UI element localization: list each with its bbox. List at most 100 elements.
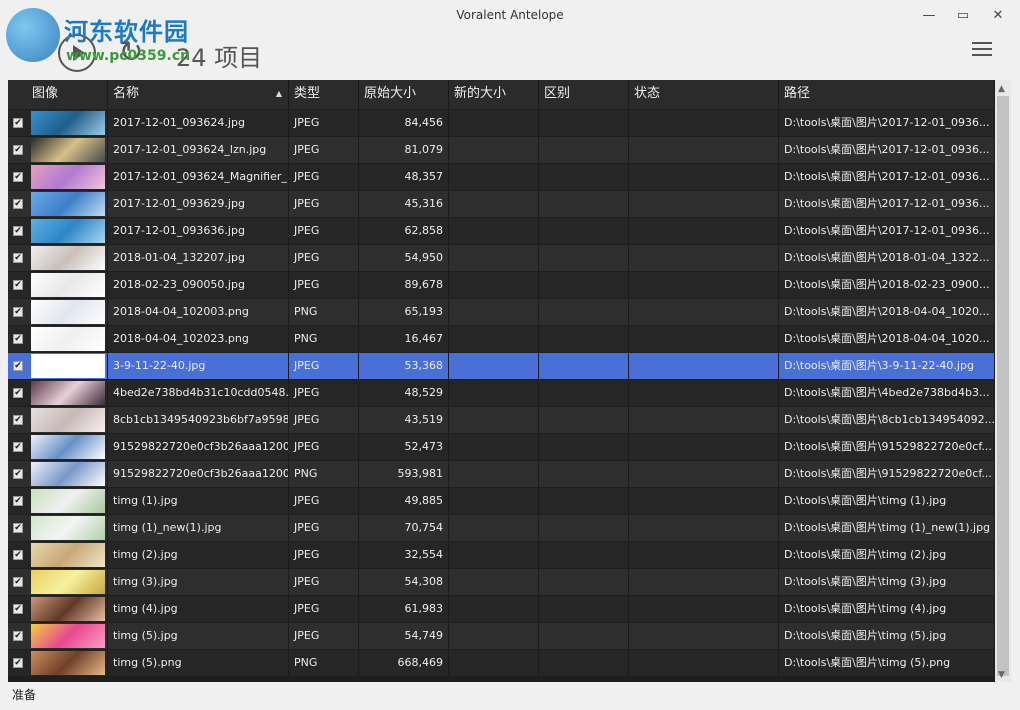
table-row[interactable]: ✔ timg (4).jpg JPEG 61,983 D:\tools\桌面\图片\ti… — [8, 596, 995, 622]
row-checkbox[interactable]: ✔ — [13, 118, 23, 128]
thumbnail-image — [31, 354, 105, 378]
row-checkbox[interactable]: ✔ — [13, 604, 23, 614]
vertical-scrollbar[interactable]: ▲ ▼ — [995, 80, 1011, 682]
file-type-cell: JPEG — [289, 569, 359, 595]
row-checkbox[interactable]: ✔ — [13, 172, 23, 182]
path-cell: D:\tools\桌面\图片\timg (1).jpg — [779, 488, 995, 514]
difference-cell — [539, 191, 629, 217]
status-cell — [629, 380, 779, 406]
image-cell: ✔ — [8, 407, 108, 433]
table-row[interactable]: ✔ 4bed2e738bd4b31c10cdd0548... JPEG 48,529 D… — [8, 380, 995, 406]
image-cell: ✔ — [8, 299, 108, 325]
row-checkbox[interactable]: ✔ — [13, 307, 23, 317]
row-checkbox[interactable]: ✔ — [13, 523, 23, 533]
difference-cell — [539, 407, 629, 433]
column-header-name[interactable]: 名称 ▲ — [108, 80, 289, 109]
table-row[interactable]: ✔ timg (3).jpg JPEG 54,308 D:\tools\桌面\图片\ti… — [8, 569, 995, 595]
path-cell: D:\tools\桌面\图片\3-9-11-22-40.jpg — [779, 353, 995, 379]
table-row[interactable]: ✔ 2017-12-01_093624_Magnifier_... JPEG 48,3… — [8, 164, 995, 190]
table-row[interactable]: ✔ 2018-01-04_132207.jpg JPEG 54,950 D:\tools… — [8, 245, 995, 271]
thumbnail-image — [31, 246, 105, 270]
difference-cell — [539, 326, 629, 352]
column-header-difference[interactable]: 区别 — [539, 80, 629, 109]
original-size-cell: 81,079 — [359, 137, 449, 163]
table-row[interactable]: ✔ 2017-12-01_093636.jpg JPEG 62,858 D:\tools… — [8, 218, 995, 244]
table-row[interactable]: ✔ timg (1).jpg JPEG 49,885 D:\tools\桌面\图片\ti… — [8, 488, 995, 514]
row-checkbox[interactable]: ✔ — [13, 550, 23, 560]
file-name-cell: 2017-12-01_093624.jpg — [108, 110, 289, 136]
row-checkbox[interactable]: ✔ — [13, 658, 23, 668]
thumbnail-image — [31, 516, 105, 540]
original-size-cell: 84,456 — [359, 110, 449, 136]
difference-cell — [539, 245, 629, 271]
table-row[interactable]: ✔ 91529822720e0cf3b26aaa1200... JPEG 52,473… — [8, 434, 995, 460]
hamburger-menu-icon[interactable] — [972, 42, 992, 56]
path-cell: D:\tools\桌面\图片\2018-04-04_1020... — [779, 299, 995, 325]
file-type-cell: JPEG — [289, 191, 359, 217]
row-checkbox[interactable]: ✔ — [13, 145, 23, 155]
scroll-down-icon[interactable]: ▼ — [998, 670, 1005, 680]
file-name-cell: 91529822720e0cf3b26aaa1200... — [108, 461, 289, 487]
row-checkbox[interactable]: ✔ — [13, 631, 23, 641]
file-type-cell: JPEG — [289, 623, 359, 649]
row-checkbox[interactable]: ✔ — [13, 361, 23, 371]
row-checkbox[interactable]: ✔ — [13, 577, 23, 587]
row-checkbox[interactable]: ✔ — [13, 469, 23, 479]
file-name-cell: timg (5).jpg — [108, 623, 289, 649]
table-row[interactable]: ✔ 2017-12-01_093624.jpg JPEG 84,456 D:\tools… — [8, 110, 995, 136]
table-row[interactable]: ✔ 2017-12-01_093624_lzn.jpg JPEG 81,079 D:\t… — [8, 137, 995, 163]
table-row[interactable]: ✔ 2018-04-04_102003.png PNG 65,193 D:\tools\… — [8, 299, 995, 325]
image-cell: ✔ — [8, 569, 108, 595]
image-cell: ✔ — [8, 434, 108, 460]
table-row[interactable]: ✔ 2018-02-23_090050.jpg JPEG 89,678 D:\tools… — [8, 272, 995, 298]
row-checkbox[interactable]: ✔ — [13, 226, 23, 236]
new-size-cell — [449, 218, 539, 244]
difference-cell — [539, 299, 629, 325]
column-header-status[interactable]: 状态 — [629, 80, 779, 109]
table-row[interactable]: ✔ 3-9-11-22-40.jpg JPEG 53,368 D:\tools\桌面\图… — [8, 353, 995, 379]
image-cell: ✔ — [8, 137, 108, 163]
file-name-cell: 2018-02-23_090050.jpg — [108, 272, 289, 298]
row-checkbox[interactable]: ✔ — [13, 199, 23, 209]
column-header-type[interactable]: 类型 — [289, 80, 359, 109]
maximize-button[interactable]: ▭ — [950, 6, 976, 26]
row-checkbox[interactable]: ✔ — [13, 415, 23, 425]
thumbnail-image — [31, 543, 105, 567]
row-checkbox[interactable]: ✔ — [13, 280, 23, 290]
column-header-path[interactable]: 路径 — [779, 80, 995, 109]
table-row[interactable]: ✔ 2018-04-04_102023.png PNG 16,467 D:\tools\… — [8, 326, 995, 352]
table-row[interactable]: ✔ timg (2).jpg JPEG 32,554 D:\tools\桌面\图片\ti… — [8, 542, 995, 568]
difference-cell — [539, 434, 629, 460]
row-checkbox[interactable]: ✔ — [13, 253, 23, 263]
table-row[interactable]: ✔ timg (5).png PNG 668,469 D:\tools\桌面\图片\ti… — [8, 650, 995, 676]
image-cell: ✔ — [8, 353, 108, 379]
original-size-cell: 16,467 — [359, 326, 449, 352]
watermark-url: www.pc0359.cn — [66, 48, 191, 64]
column-header-new-size[interactable]: 新的大小 — [449, 80, 539, 109]
row-checkbox[interactable]: ✔ — [13, 334, 23, 344]
close-button[interactable]: ✕ — [985, 6, 1011, 26]
scroll-up-icon[interactable]: ▲ — [998, 84, 1005, 94]
column-header-original-size[interactable]: 原始大小 — [359, 80, 449, 109]
row-checkbox[interactable]: ✔ — [13, 388, 23, 398]
table-row[interactable]: ✔ 2017-12-01_093629.jpg JPEG 45,316 D:\tools… — [8, 191, 995, 217]
new-size-cell — [449, 569, 539, 595]
thumbnail-image — [31, 435, 105, 459]
file-type-cell: PNG — [289, 650, 359, 676]
column-header-image[interactable]: 图像 — [8, 80, 108, 109]
scrollbar-thumb[interactable] — [997, 96, 1009, 676]
original-size-cell: 54,308 — [359, 569, 449, 595]
thumbnail-image — [31, 138, 105, 162]
table-row[interactable]: ✔ timg (1)_new(1).jpg JPEG 70,754 D:\tools\桌… — [8, 515, 995, 541]
file-name-cell: timg (3).jpg — [108, 569, 289, 595]
file-name-cell: timg (5).png — [108, 650, 289, 676]
thumbnail-image — [31, 651, 105, 675]
row-checkbox[interactable]: ✔ — [13, 442, 23, 452]
file-type-cell: JPEG — [289, 272, 359, 298]
image-cell: ✔ — [8, 164, 108, 190]
minimize-button[interactable]: — — [916, 6, 942, 26]
row-checkbox[interactable]: ✔ — [13, 496, 23, 506]
table-row[interactable]: ✔ 91529822720e0cf3b26aaa1200... PNG 593,981… — [8, 461, 995, 487]
table-row[interactable]: ✔ timg (5).jpg JPEG 54,749 D:\tools\桌面\图片\ti… — [8, 623, 995, 649]
table-row[interactable]: ✔ 8cb1cb1349540923b6bf7a9598... JPEG 43,519… — [8, 407, 995, 433]
